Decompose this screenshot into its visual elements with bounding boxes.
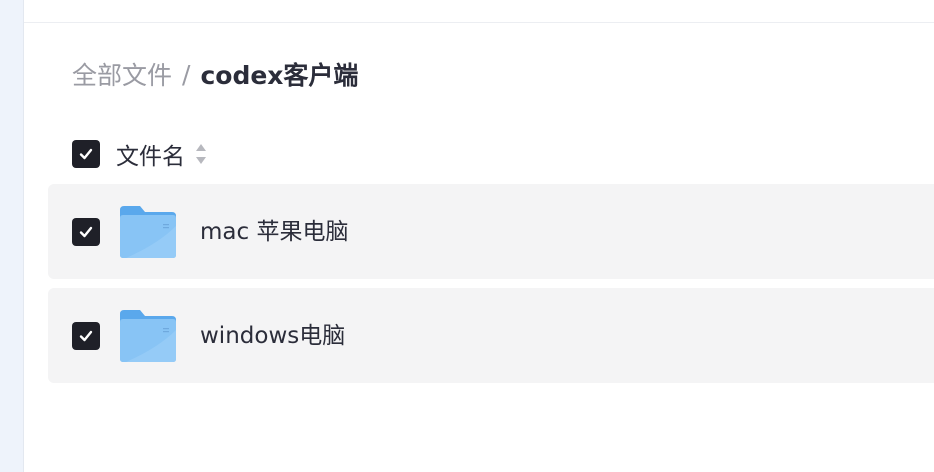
breadcrumb: 全部文件 / codex客户端 [72, 56, 358, 92]
file-row[interactable]: windows电脑 [48, 288, 934, 383]
folder-icon [120, 310, 176, 362]
top-toolbar [24, 0, 934, 23]
row-checkbox[interactable] [72, 322, 100, 350]
folder-icon [120, 206, 176, 258]
checkmark-icon [79, 330, 93, 342]
file-name[interactable]: mac 苹果电脑 [200, 212, 348, 252]
sort-icon[interactable] [195, 143, 207, 165]
breadcrumb-separator: / [182, 59, 191, 89]
select-all-checkbox[interactable] [72, 140, 100, 168]
breadcrumb-root-link[interactable]: 全部文件 [72, 56, 172, 92]
file-row[interactable]: mac 苹果电脑 [48, 184, 934, 279]
left-sidebar [0, 0, 24, 472]
row-checkbox[interactable] [72, 218, 100, 246]
column-header-filename[interactable]: 文件名 [116, 137, 185, 171]
checkmark-icon [79, 226, 93, 238]
file-list-header: 文件名 [72, 138, 207, 170]
breadcrumb-current-folder: codex客户端 [200, 61, 359, 90]
file-name[interactable]: windows电脑 [200, 316, 345, 356]
checkmark-icon [79, 148, 93, 160]
